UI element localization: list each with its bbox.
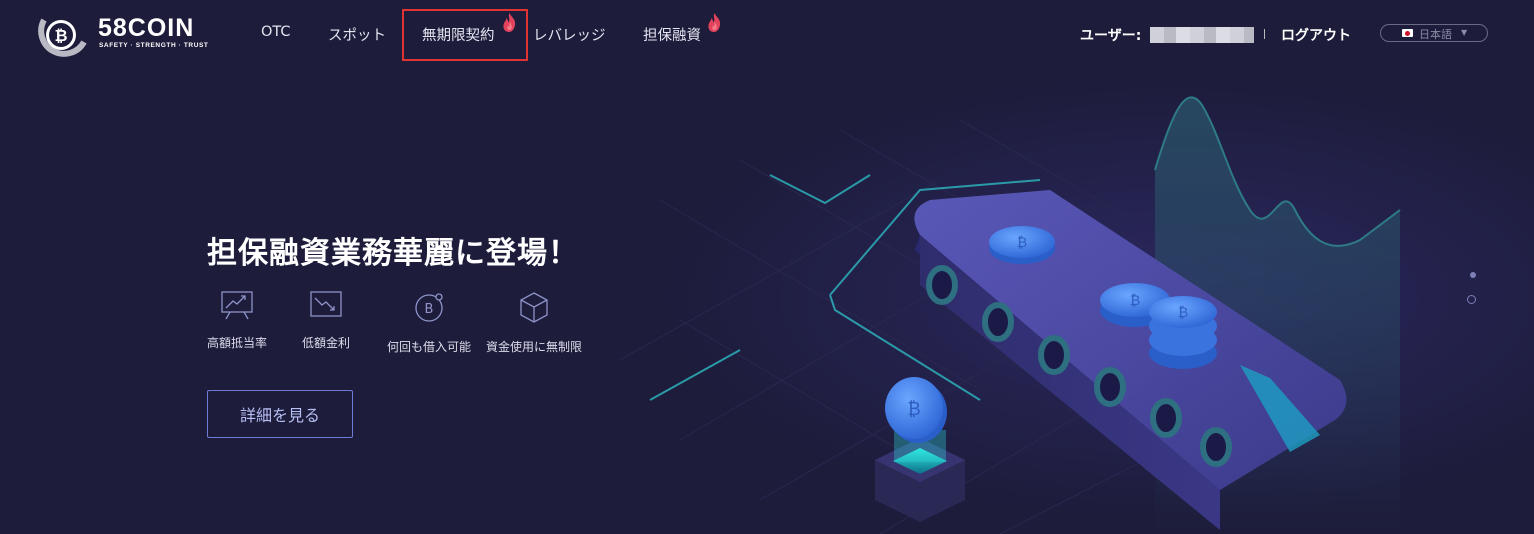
top-header: ₿ 58COIN SAFETY · STRENGTH · TRUST OTC ス… [0, 0, 1534, 68]
hero-title: 担保融資業務華麗に登場！ [207, 236, 579, 271]
conveyor-belt-illustration: ₿ ₿ ₿ ₿ [620, 96, 1401, 534]
logout-link[interactable]: ログアウト [1281, 25, 1351, 45]
feature-multiple-borrowing: B 何回も借入可能 [387, 290, 471, 355]
user-label: ユーザー: [1080, 28, 1142, 44]
view-details-button[interactable]: 詳細を見る [207, 390, 353, 438]
feature-label: 低額金利 [301, 336, 350, 350]
svg-text:₿: ₿ [1130, 293, 1140, 309]
nav-item-otc[interactable]: OTC [261, 24, 291, 40]
hot-fire-icon [708, 13, 721, 32]
nav-item-collateral-loan[interactable]: 担保融資 [643, 24, 701, 45]
bitcoin-cycle-icon: B [415, 293, 443, 322]
chart-up-icon [221, 291, 253, 320]
nav-item-leverage[interactable]: レバレッジ [533, 24, 606, 45]
chart-down-icon [310, 291, 342, 317]
svg-text:B: B [425, 302, 434, 317]
cube-icon [520, 292, 548, 323]
redacted-username [1150, 27, 1254, 43]
brand-name: 58COIN [98, 14, 195, 42]
nav-item-spot[interactable]: スポット [328, 24, 386, 45]
feature-label: 資金使用に無制限 [486, 340, 583, 354]
carousel-dot-1[interactable] [1470, 272, 1476, 278]
chevron-down-icon: ▼ [1461, 28, 1468, 37]
feature-label: 高額抵当率 [207, 336, 268, 350]
feature-low-interest: 低額金利 [300, 290, 352, 351]
brand-tagline: SAFETY · STRENGTH · TRUST [99, 42, 209, 49]
feature-high-mortgage-rate: 高額抵当率 [207, 290, 267, 351]
logo[interactable]: ₿ 58COIN SAFETY · STRENGTH · TRUST [32, 12, 212, 58]
svg-text:₿: ₿ [54, 27, 67, 45]
svg-text:₿: ₿ [907, 399, 920, 420]
japan-flag-icon [1402, 29, 1413, 37]
language-selector[interactable]: 日本語 ▼ [1380, 24, 1488, 42]
bitcoin-logo-icon: ₿ [38, 18, 87, 57]
language-selected: 日本語 [1419, 28, 1452, 41]
nav-highlight-annotation [402, 9, 528, 61]
feature-unlimited-fund-use: 資金使用に無制限 [486, 290, 582, 355]
svg-text:₿: ₿ [1017, 235, 1027, 251]
carousel-dot-2-active[interactable] [1467, 295, 1476, 304]
feature-label: 何回も借入可能 [387, 340, 472, 354]
svg-text:₿: ₿ [1178, 305, 1188, 321]
header-divider [1264, 29, 1265, 39]
